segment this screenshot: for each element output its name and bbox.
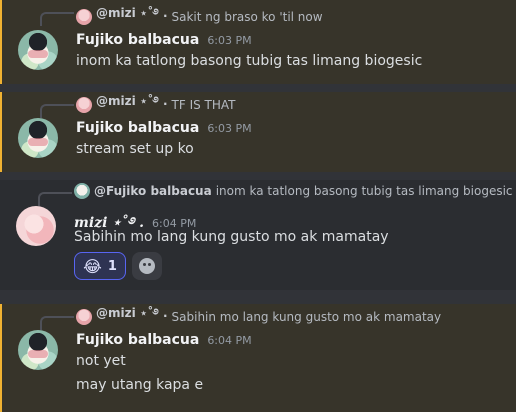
reply-spine [40, 12, 74, 26]
reaction-laughing[interactable]: 😂 1 [74, 252, 126, 280]
message-4[interactable]: @mizi ⋆˚࿔ . Sabihin mo lang kung gusto m… [0, 304, 516, 412]
reply-avatar [74, 183, 90, 199]
reply-text: Sakit ng braso ko 'til now [171, 10, 323, 24]
author-name[interactable]: Fujiko balbacua [76, 120, 199, 136]
reply-author[interactable]: @mizi ⋆˚࿔ . [96, 0, 168, 34]
reply-avatar [76, 9, 92, 25]
reply-preview[interactable]: @mizi ⋆˚࿔ . Sabihin mo lang kung gusto m… [76, 306, 442, 326]
reply-preview[interactable]: @mizi ⋆˚࿔ . TF IS THAT [76, 94, 236, 114]
reply-preview[interactable]: @Fujiko balbacua inom ka tatlong basong … [74, 182, 513, 200]
add-reaction-button[interactable] [132, 252, 162, 280]
reply-author[interactable]: @Fujiko balbacua [94, 184, 212, 198]
timestamp: 6:04 PM [207, 334, 252, 347]
avatar[interactable] [18, 118, 58, 158]
message-text: stream set up ko [76, 141, 194, 157]
author-name[interactable]: Fujiko balbacua [76, 332, 199, 348]
timestamp: 6:03 PM [207, 34, 252, 47]
author-name[interactable]: Fujiko balbacua [76, 32, 199, 48]
laughing-emoji-icon: 😂 [83, 256, 102, 276]
reply-spine [40, 104, 74, 118]
reply-spine [38, 192, 72, 206]
message-header: Fujiko balbacua 6:03 PM [76, 120, 252, 136]
message-header: Fujiko balbacua 6:03 PM [76, 32, 252, 48]
avatar[interactable] [18, 30, 58, 70]
reply-text: Sabihin mo lang kung gusto mo ak mamatay [171, 310, 442, 324]
avatar[interactable] [18, 330, 58, 370]
message-text: Sabihin mo lang kung gusto mo ak mamatay [74, 229, 389, 245]
timestamp: 6:03 PM [207, 122, 252, 135]
reply-text: TF IS THAT [171, 98, 236, 112]
message-1[interactable]: @mizi ⋆˚࿔ . Sakit ng braso ko 'til now F… [0, 0, 516, 84]
reaction-count: 1 [107, 258, 117, 274]
reply-author[interactable]: @mizi ⋆˚࿔ . [96, 300, 168, 334]
reply-text: inom ka tatlong basong tubig tas limang … [215, 184, 513, 198]
reply-author[interactable]: @mizi ⋆˚࿔ . [96, 88, 168, 122]
message-2[interactable]: @mizi ⋆˚࿔ . TF IS THAT Fujiko balbacua 6… [0, 92, 516, 172]
reply-preview[interactable]: @mizi ⋆˚࿔ . Sakit ng braso ko 'til now [76, 6, 323, 26]
message-header: Fujiko balbacua 6:04 PM [76, 332, 252, 348]
avatar[interactable] [16, 206, 56, 246]
reply-avatar [76, 309, 92, 325]
smiley-icon [139, 258, 155, 274]
reply-avatar [76, 97, 92, 113]
message-3[interactable]: @Fujiko balbacua inom ka tatlong basong … [0, 180, 516, 290]
message-text: may utang kapa e [76, 377, 204, 393]
message-text: not yet [76, 353, 126, 369]
reply-spine [40, 316, 74, 330]
message-text: inom ka tatlong basong tubig tas limang … [76, 53, 423, 69]
